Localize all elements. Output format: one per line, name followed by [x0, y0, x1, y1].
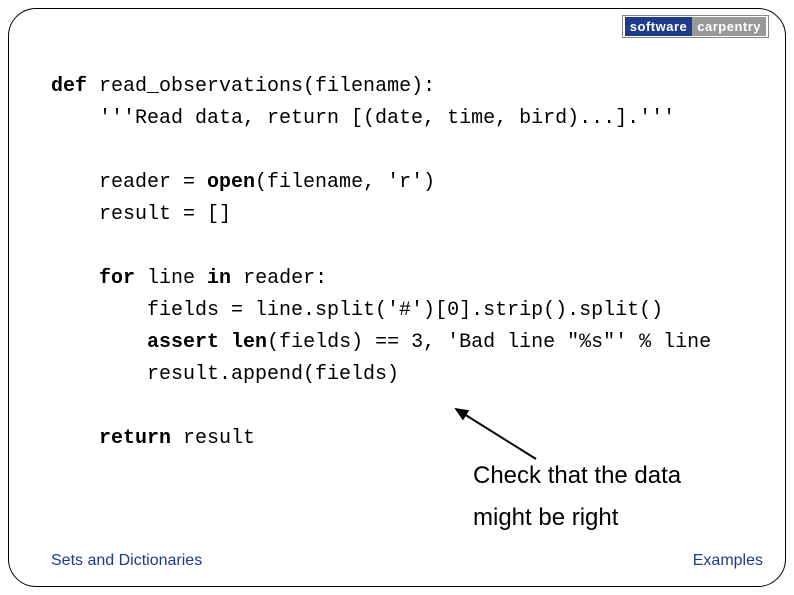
logo-part1: software — [625, 17, 692, 36]
annotation-line2: might be right — [473, 497, 681, 539]
kw-in: in — [207, 267, 231, 290]
footer-right: Examples — [693, 552, 763, 570]
kw-open: open — [207, 171, 255, 194]
kw-for: for — [99, 267, 135, 290]
annotation-line1: Check that the data — [473, 455, 681, 497]
logo: softwarecarpentry — [622, 15, 769, 38]
slide-frame: softwarecarpentry def read_observations(… — [8, 8, 786, 587]
kw-len: len — [231, 331, 267, 354]
kw-return: return — [99, 427, 171, 450]
kw-assert: assert — [147, 331, 219, 354]
kw-def: def — [51, 75, 87, 98]
logo-part2: carpentry — [692, 17, 766, 36]
footer-left: Sets and Dictionaries — [51, 552, 202, 570]
code-block: def read_observations(filename): '''Read… — [51, 71, 771, 455]
annotation-text: Check that the data might be right — [473, 455, 681, 539]
